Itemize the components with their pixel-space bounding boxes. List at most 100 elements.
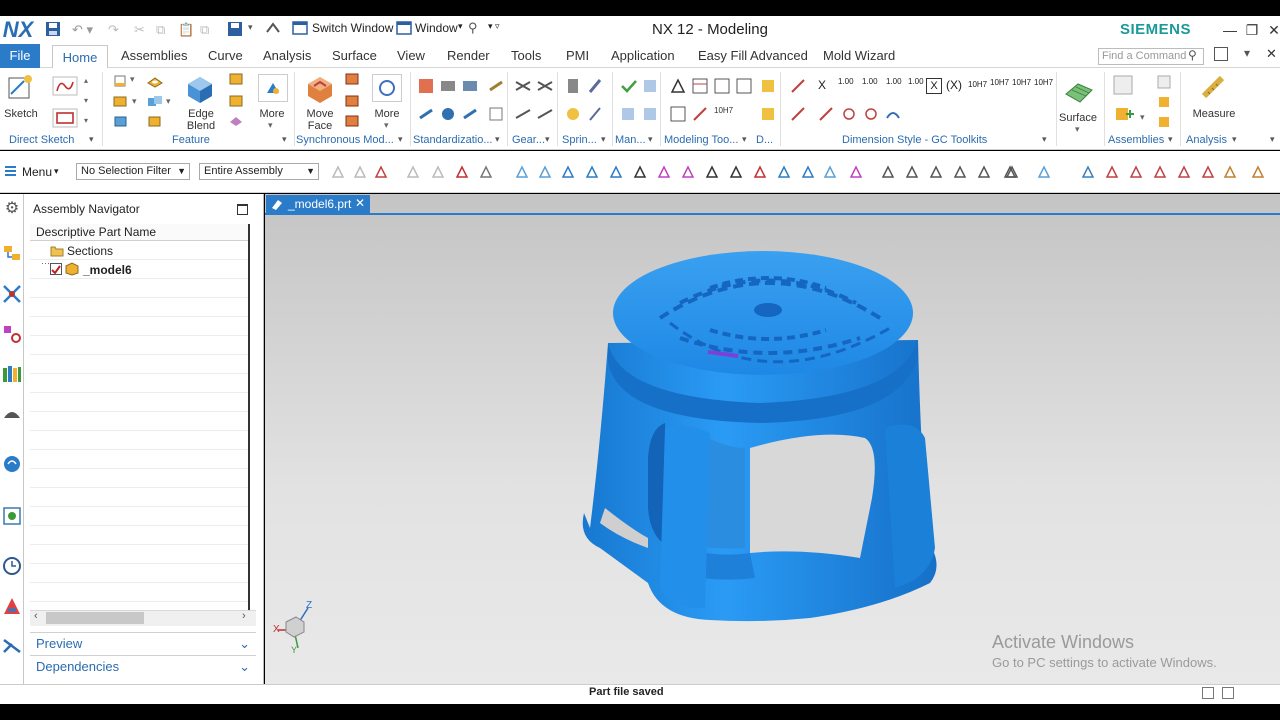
measure-dist-icon[interactable] (1104, 164, 1120, 180)
select-icon-3[interactable] (454, 164, 470, 180)
chevron-down-icon[interactable]: ▾ (1232, 134, 1237, 145)
window-layout-icon[interactable] (1222, 687, 1234, 699)
spring-icon[interactable] (566, 78, 580, 97)
copy-layer-icon[interactable] (1250, 164, 1266, 180)
more-feature-button[interactable]: More (252, 108, 292, 120)
extrude-icon[interactable] (112, 74, 128, 91)
ribbon-options-icon[interactable] (1214, 47, 1228, 61)
add-component-icon[interactable] (1112, 74, 1136, 99)
plus-point-icon[interactable] (776, 164, 792, 180)
measure-table-icon[interactable] (670, 106, 686, 125)
select-icon-2[interactable] (430, 164, 446, 180)
standard-part-icon[interactable] (418, 78, 434, 97)
redo-icon[interactable]: ↷ (108, 22, 119, 38)
chevron-down-icon[interactable]: ▾ (1042, 134, 1047, 145)
line-icon[interactable] (584, 164, 600, 180)
fastener-icon[interactable] (462, 78, 478, 97)
switch-window-icon[interactable] (292, 20, 308, 39)
assembly-navigator-icon[interactable] (2, 244, 22, 264)
cylindrical-gear-icon[interactable] (514, 78, 532, 97)
wireframe-icon[interactable] (1004, 164, 1020, 180)
rectangle-icon[interactable] (52, 108, 78, 131)
tab-tools[interactable]: Tools (509, 44, 543, 68)
list-item[interactable] (30, 260, 248, 279)
fit-icon[interactable] (1128, 164, 1144, 180)
profile-icon[interactable] (52, 76, 78, 99)
draft-icon[interactable] (228, 94, 244, 111)
view-orient-icon[interactable] (848, 164, 864, 180)
face-select-icon[interactable] (822, 164, 838, 180)
scrollbar-thumb[interactable] (46, 612, 144, 624)
dimension-style-icon[interactable] (790, 78, 806, 97)
replace-face-icon[interactable] (344, 114, 360, 131)
preview-panel[interactable]: Preview ⌄ (30, 632, 256, 654)
tab-pmi[interactable]: PMI (564, 44, 591, 68)
settings-icon[interactable]: ⚙ (2, 198, 22, 218)
chevron-down-icon[interactable]: ▾ (495, 134, 500, 145)
dimension-edit-icon[interactable] (760, 106, 776, 125)
restore-button[interactable]: ❐ (1240, 16, 1264, 44)
switch-window-button[interactable]: Switch Window (312, 21, 393, 35)
spline-icon[interactable] (656, 164, 672, 180)
scroll-right-icon[interactable]: › (242, 610, 246, 622)
chevron-down-icon[interactable]: ▾ (130, 74, 135, 85)
surface-button[interactable]: Surface (1058, 112, 1098, 124)
dimension-icon[interactable] (760, 78, 776, 97)
edit-section-icon[interactable] (1080, 164, 1096, 180)
clear-icon[interactable]: X (818, 78, 826, 92)
hole-icon[interactable] (146, 74, 164, 91)
spreadsheet-icon[interactable] (736, 78, 752, 97)
paste-special-icon[interactable]: ⧉ (200, 22, 209, 38)
maximize-panel-icon[interactable] (237, 204, 248, 215)
diagonal-icon[interactable] (800, 164, 816, 180)
selection-scope-dropdown[interactable]: Entire Assembly ▼ (199, 163, 319, 180)
gear-mesh-icon[interactable] (514, 106, 532, 125)
feature-select-icon[interactable] (514, 164, 530, 180)
sketch-scroll-icon[interactable]: ▴ ▾ ▾ (84, 76, 88, 126)
tolerance-d[interactable]: 10H7 (1034, 78, 1053, 87)
chevron-down-icon[interactable]: ▾ (1140, 112, 1145, 123)
close-part-icon[interactable]: ✕ (1266, 46, 1277, 62)
measure-icon[interactable] (1200, 74, 1228, 103)
surface-icon[interactable] (1064, 80, 1094, 107)
precision-2[interactable]: 1.00 (862, 78, 878, 86)
close-button[interactable]: ✕ (1262, 16, 1280, 44)
more-sync-button[interactable]: More (367, 108, 407, 120)
sketch-icon[interactable] (6, 72, 36, 105)
tangent-icon[interactable] (704, 164, 720, 180)
part-navigator-icon[interactable] (2, 324, 22, 344)
snap-icon-1[interactable] (330, 164, 346, 180)
customize-quick-access-icon[interactable]: ▾ ▿ (488, 21, 500, 32)
update-icon[interactable] (692, 106, 708, 125)
body-select-icon[interactable] (537, 164, 553, 180)
selection-mode-icon[interactable] (373, 164, 389, 180)
chevron-down-icon[interactable]: ▾ (248, 22, 253, 33)
view-triad-icon[interactable] (1152, 164, 1168, 180)
measure-button[interactable]: Measure (1190, 108, 1238, 120)
cut-icon[interactable]: ✂ (134, 22, 145, 38)
spring-edit-icon[interactable] (588, 78, 602, 97)
chevron-down-icon[interactable]: ▾ (1075, 124, 1080, 135)
diameter-icon[interactable] (840, 106, 858, 125)
edge-blend-label-2[interactable]: Blend (178, 120, 224, 132)
chevron-down-icon[interactable]: ▾ (545, 134, 550, 145)
precision-1[interactable]: 1.00 (838, 78, 854, 86)
tab-home[interactable]: Home (52, 45, 108, 69)
scroll-left-icon[interactable]: ‹ (34, 610, 38, 622)
chevron-down-icon[interactable]: ▾ (1168, 134, 1173, 145)
center-point-icon[interactable] (728, 164, 744, 180)
dependencies-panel[interactable]: Dependencies ⌄ (30, 655, 256, 677)
chevron-down-icon[interactable]: ▾ (132, 96, 137, 107)
mirror-assembly-icon[interactable] (1156, 114, 1172, 133)
chevron-down-icon[interactable]: ▾ (601, 134, 606, 145)
gear-part-icon[interactable] (440, 106, 456, 125)
chevron-down-icon[interactable]: ▾ (54, 166, 59, 177)
bevel-gear-icon[interactable] (536, 78, 554, 97)
new-component-icon[interactable] (1156, 74, 1172, 93)
chevron-down-icon[interactable]: ▾ (384, 120, 389, 131)
chevron-down-icon[interactable]: ▾ (166, 96, 171, 107)
close-tab-icon[interactable]: ✕ (355, 196, 365, 210)
checkbox[interactable] (50, 263, 62, 275)
selection-filter-dropdown[interactable]: No Selection Filter ▼ (76, 163, 190, 180)
annotation-icon[interactable] (488, 106, 504, 125)
